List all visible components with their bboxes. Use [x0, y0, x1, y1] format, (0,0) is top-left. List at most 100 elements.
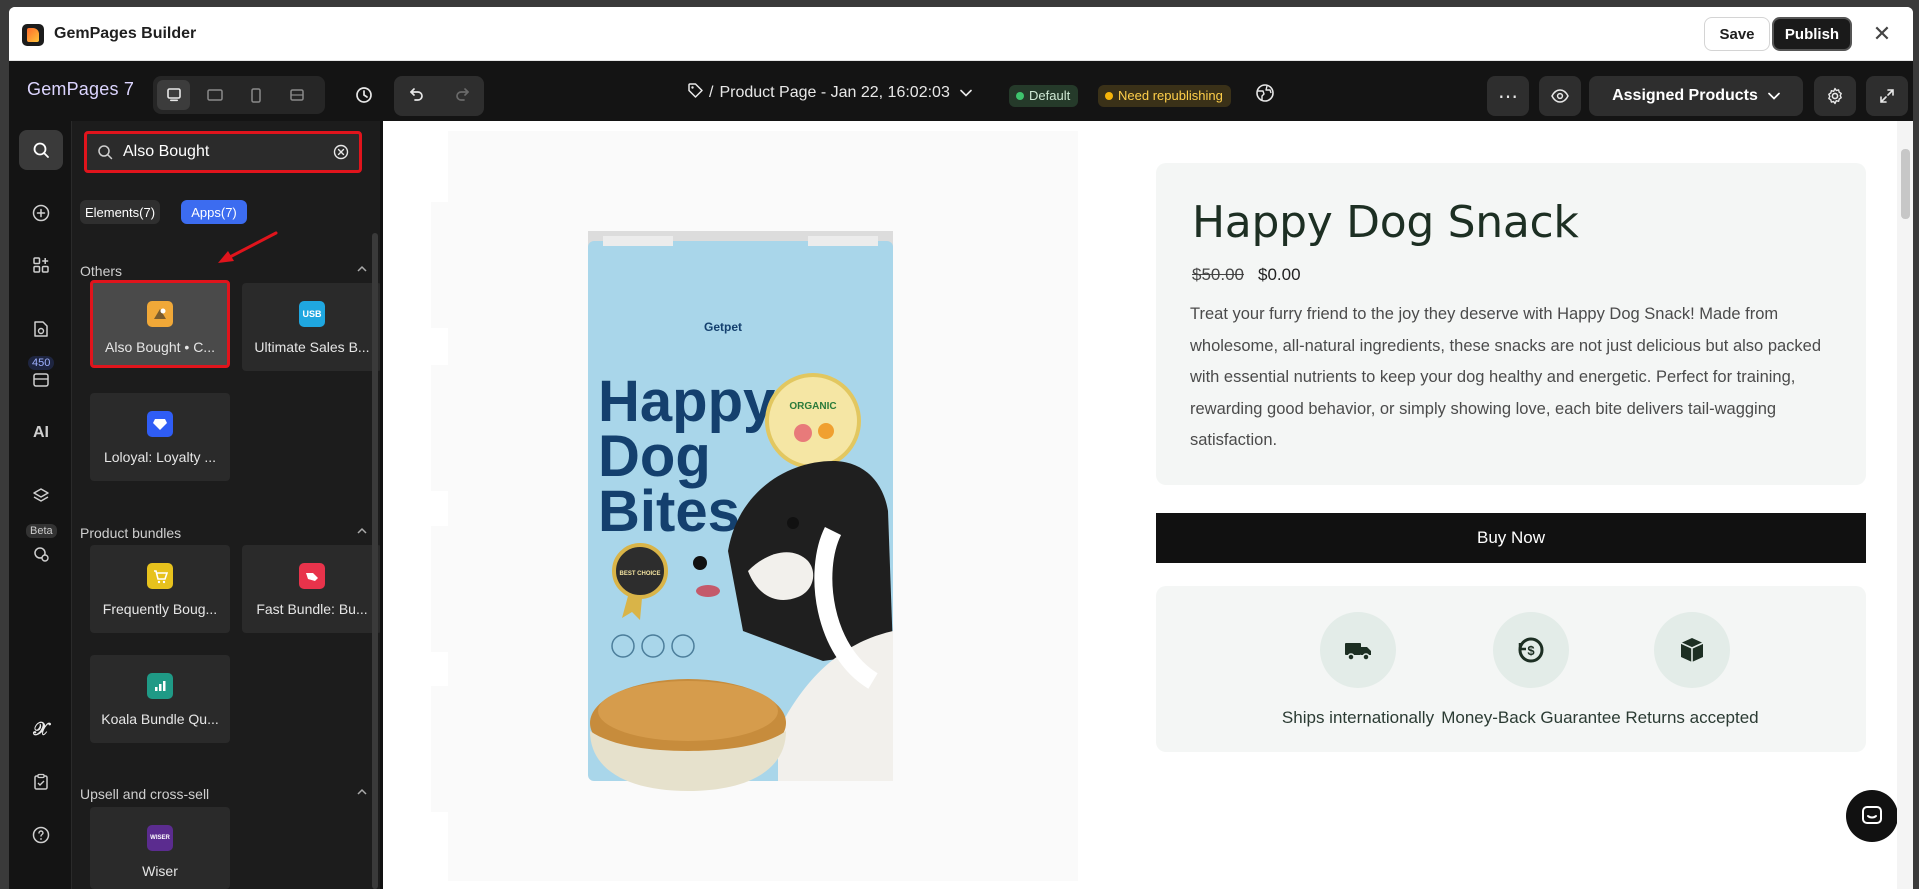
- x-integration-icon[interactable]: 𝒳: [19, 709, 63, 749]
- language-globe-icon[interactable]: [1255, 83, 1279, 107]
- also-bought-icon: [147, 301, 173, 327]
- annotation-arrow-icon: [218, 231, 278, 263]
- gear-icon: [1828, 87, 1842, 105]
- gempages-logo-icon: [22, 24, 44, 46]
- history-icon[interactable]: [349, 80, 379, 110]
- search-input[interactable]: Also Bought: [84, 131, 362, 173]
- search-query: Also Bought: [123, 143, 210, 160]
- location-settings-icon[interactable]: [19, 534, 63, 574]
- features-card: Ships internationally $ Money-Back Guara…: [1156, 586, 1866, 752]
- chevron-up-icon[interactable]: [356, 788, 368, 796]
- loloyal-icon: [147, 411, 173, 437]
- ai-icon[interactable]: AI: [19, 413, 63, 453]
- package-line3-text: Bites: [598, 479, 740, 544]
- preview-button[interactable]: [1539, 76, 1581, 116]
- desktop-device-icon[interactable]: [157, 80, 190, 110]
- title-bar: GemPages Builder Save Publish ✕: [9, 7, 1913, 61]
- responsive-device-icon[interactable]: [280, 80, 313, 110]
- chevron-down-icon: [1768, 92, 1780, 100]
- app-tile-label: Fast Bundle: Bu...: [256, 601, 368, 617]
- feature-item: $ Money-Back Guarantee: [1441, 612, 1621, 728]
- product-description: Treat your furry friend to the joy they …: [1190, 305, 1822, 449]
- more-icon: ⋯: [1498, 85, 1518, 108]
- panel-scrollbar[interactable]: [372, 233, 378, 889]
- canvas-scrollbar[interactable]: [1897, 121, 1913, 889]
- library-icon[interactable]: [19, 360, 63, 400]
- koala-bundle-icon: [147, 673, 173, 699]
- app-tile-loloyal[interactable]: Loloyal: Loyalty ...: [90, 393, 230, 481]
- app-tile-wiser[interactable]: WISER Wiser: [90, 807, 230, 889]
- package-badge-text: BEST CHOICE: [619, 571, 660, 577]
- box-icon: [1654, 612, 1730, 688]
- section-title-others: Others: [80, 263, 123, 279]
- tablet-landscape-icon[interactable]: [198, 80, 231, 110]
- help-icon[interactable]: [19, 815, 63, 855]
- clear-search-icon[interactable]: [333, 144, 349, 160]
- search-icon: [98, 145, 113, 160]
- product-main-image[interactable]: Getpet Happy Dog Bites ORGANIC BEST CHOI…: [448, 131, 1078, 881]
- save-button[interactable]: Save: [1704, 17, 1770, 51]
- usb-icon: USB: [299, 301, 325, 327]
- tag-icon: [687, 82, 703, 103]
- chevron-down-icon: [960, 84, 972, 102]
- chevron-up-icon[interactable]: [356, 265, 368, 273]
- layers-icon[interactable]: [19, 476, 63, 516]
- tab-elements[interactable]: Elements(7): [80, 200, 160, 224]
- undo-icon[interactable]: [409, 86, 425, 107]
- settings-button[interactable]: [1814, 76, 1856, 116]
- app-tile-label: Koala Bundle Qu...: [101, 711, 219, 727]
- close-icon[interactable]: ✕: [1872, 23, 1892, 45]
- apps-icon[interactable]: [19, 245, 63, 285]
- device-switcher: [153, 76, 325, 114]
- feature-label: Money-Back Guarantee: [1441, 708, 1621, 727]
- app-tile-label: Loloyal: Loyalty ...: [103, 449, 217, 465]
- checklist-icon[interactable]: [19, 762, 63, 802]
- search-icon[interactable]: [19, 130, 63, 170]
- app-tile-koala-bundle[interactable]: Koala Bundle Qu...: [90, 655, 230, 743]
- window-title: GemPages Builder: [54, 25, 197, 42]
- editor-toolbar: GemPages 7 / Product Page - Jan 22, 16:0…: [9, 61, 1913, 121]
- chat-icon: [1862, 806, 1882, 824]
- more-options-button[interactable]: ⋯: [1487, 76, 1529, 116]
- section-title-product-bundles: Product bundles: [80, 525, 182, 541]
- mobile-device-icon[interactable]: [239, 80, 272, 110]
- app-tile-ultimate-sales[interactable]: USB Ultimate Sales B...: [242, 283, 382, 371]
- product-title: Happy Dog Snack: [1192, 197, 1579, 248]
- app-tile-also-bought[interactable]: Also Bought • C...: [90, 280, 230, 368]
- app-tile-label: Wiser: [142, 863, 178, 879]
- assigned-products-label: Assigned Products: [1612, 87, 1758, 104]
- feature-label: Ships internationally: [1281, 708, 1435, 727]
- app-tile-fast-bundle[interactable]: Fast Bundle: Bu...: [242, 545, 382, 633]
- frequently-bought-icon: [147, 563, 173, 589]
- chevron-up-icon[interactable]: [356, 527, 368, 535]
- product-info-card: Happy Dog Snack $50.00 $0.00 Treat your …: [1156, 163, 1866, 485]
- product-price: $0.00: [1258, 265, 1301, 284]
- wiser-icon: WISER: [147, 825, 173, 851]
- svg-text:$: $: [1527, 643, 1535, 658]
- page-selector[interactable]: / Product Page - Jan 22, 16:02:03: [687, 82, 972, 103]
- status-badge-default: Default: [1009, 85, 1079, 107]
- redo-icon[interactable]: [454, 86, 470, 107]
- add-element-icon[interactable]: [19, 193, 63, 233]
- left-icon-rail: 450 AI Beta 𝒳: [9, 121, 72, 889]
- eye-icon: [1551, 89, 1569, 103]
- tab-apps[interactable]: Apps(7): [181, 200, 247, 224]
- app-tile-frequently-bought[interactable]: Frequently Boug...: [90, 545, 230, 633]
- fast-bundle-icon: [299, 563, 325, 589]
- canvas-scrollbar-thumb[interactable]: [1901, 149, 1910, 219]
- package-brand-text: Getpet: [704, 320, 742, 334]
- theme-sections-icon[interactable]: [19, 309, 63, 349]
- buy-now-button[interactable]: Buy Now: [1156, 513, 1866, 563]
- truck-icon: [1320, 612, 1396, 688]
- package-organic-text: ORGANIC: [789, 401, 836, 412]
- feature-item: Ships internationally: [1268, 612, 1448, 728]
- chat-widget-button[interactable]: [1846, 790, 1898, 842]
- section-title-upsell: Upsell and cross-sell: [80, 786, 210, 802]
- app-tile-label: Also Bought • C...: [105, 339, 215, 355]
- compare-at-price: $50.00: [1192, 265, 1244, 284]
- app-window: GemPages Builder Save Publish ✕ GemPages…: [9, 7, 1913, 889]
- assigned-products-dropdown[interactable]: Assigned Products: [1589, 76, 1803, 116]
- app-tile-label: Ultimate Sales B...: [254, 339, 370, 355]
- publish-button[interactable]: Publish: [1772, 17, 1852, 51]
- fullscreen-button[interactable]: [1866, 76, 1908, 116]
